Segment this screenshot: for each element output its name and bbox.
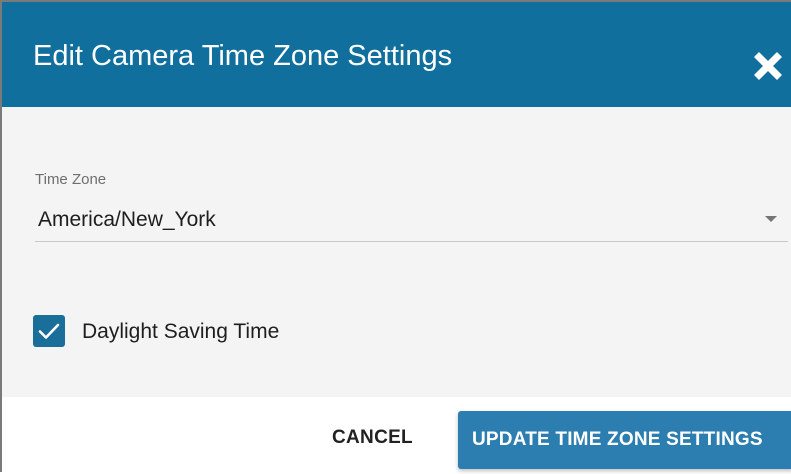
caret-down-icon [765,216,777,222]
time-zone-select[interactable]: America/New_York [35,195,788,242]
dialog-footer: CANCEL UPDATE TIME ZONE SETTINGS [2,397,791,474]
time-zone-label: Time Zone [35,171,107,188]
dialog-header: Edit Camera Time Zone Settings [2,2,791,107]
cancel-button[interactable]: CANCEL [318,415,427,461]
dialog-title: Edit Camera Time Zone Settings [33,40,453,72]
update-time-zone-settings-button[interactable]: UPDATE TIME ZONE SETTINGS [458,411,791,469]
close-icon[interactable] [750,48,786,84]
daylight-saving-checkbox[interactable] [33,315,65,347]
dialog-body: Time Zone America/New_York Daylight Savi… [2,107,791,397]
checkmark-icon [38,323,60,339]
close-icon-glyph [754,52,782,80]
daylight-saving-label: Daylight Saving Time [82,320,280,343]
time-zone-value: America/New_York [38,208,216,231]
edit-time-zone-dialog: Edit Camera Time Zone Settings Time Zone… [0,0,791,474]
